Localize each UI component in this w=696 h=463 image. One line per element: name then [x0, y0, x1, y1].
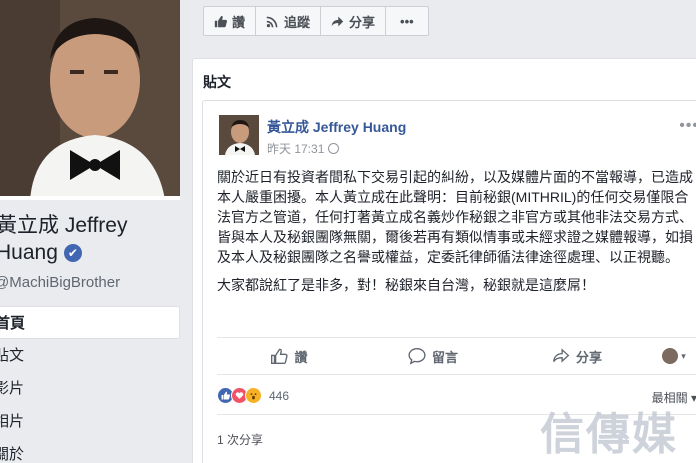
post-timestamp[interactable]: 昨天 17:31 [267, 140, 340, 157]
post-options-button[interactable]: ••• [679, 117, 696, 135]
nav-item-about[interactable]: 關於 [0, 438, 180, 463]
watermark-logo: 信傳媒 [540, 409, 678, 460]
post-comment-button[interactable]: 留言 [361, 347, 505, 366]
page-share-label: 分享 [349, 14, 376, 30]
post-share-button[interactable]: 分享 [505, 347, 649, 366]
nav-item-videos[interactable]: 影片 [0, 372, 180, 405]
panel-title: 貼文 [203, 74, 231, 90]
comment-bubble-icon [408, 348, 426, 365]
post-audience-selector[interactable]: ▾ [649, 348, 696, 364]
profile-name[interactable]: 黃立成 Jeffrey Huang ✔ [0, 212, 186, 266]
page-follow-label: 追蹤 [284, 14, 311, 30]
reaction-summary[interactable]: 446 [217, 387, 289, 404]
page-follow-button[interactable]: 追蹤 [256, 7, 322, 35]
thumbs-up-icon [214, 15, 227, 27]
profile-handle[interactable]: @MachiBigBrother [0, 274, 120, 291]
post-share-label: 分享 [575, 349, 602, 365]
rss-follow-icon [266, 16, 278, 27]
left-nav: 首頁 貼文 影片 相片 關於 [0, 306, 180, 463]
verified-badge-icon: ✔ [63, 244, 82, 262]
post-body: 關於近日有投資者間私下交易引起的糾紛，以及媒體片面的不當報導，已造成本人嚴重困擾… [217, 167, 696, 303]
page-action-bar: 讚 追蹤 分享 ••• [203, 6, 429, 36]
share-outline-icon [552, 348, 570, 363]
globe-public-icon [328, 143, 340, 154]
post-time-text: 昨天 17:31 [267, 142, 325, 156]
chevron-down-icon: ▾ [681, 350, 686, 361]
profile-photo[interactable] [0, 0, 180, 200]
post-paragraph-1: 關於近日有投資者間私下交易引起的糾紛，以及媒體片面的不當報導，已造成本人嚴重困擾… [217, 169, 693, 265]
post-paragraph-2: 大家都說紅了是非多，對！秘銀來自台灣，秘銀就是這麼屌！ [217, 277, 595, 293]
share-count-link[interactable]: 1 次分享 [217, 431, 263, 448]
post-like-label: 讚 [294, 349, 308, 365]
nav-item-posts[interactable]: 貼文 [0, 339, 180, 372]
thumbs-up-outline-icon [271, 348, 289, 364]
reaction-count: 446 [269, 388, 290, 403]
post-actions-bar: 讚 留言 分享 ▾ [217, 337, 696, 375]
share-arrow-icon [331, 16, 344, 26]
post-author-name[interactable]: 黃立成 Jeffrey Huang [267, 117, 406, 137]
post-comment-label: 留言 [431, 349, 458, 365]
page-more-button[interactable]: ••• [386, 7, 428, 35]
wow-icon [245, 387, 262, 404]
post-like-button[interactable]: 讚 [217, 347, 361, 366]
page-like-label: 讚 [232, 14, 246, 30]
mini-avatar [662, 348, 679, 364]
page-share-button[interactable]: 分享 [321, 7, 387, 35]
nav-item-home[interactable]: 首頁 [0, 306, 180, 339]
post-author-avatar[interactable] [219, 115, 259, 155]
nav-item-photos[interactable]: 相片 [0, 405, 180, 438]
page-like-button[interactable]: 讚 [204, 7, 257, 35]
